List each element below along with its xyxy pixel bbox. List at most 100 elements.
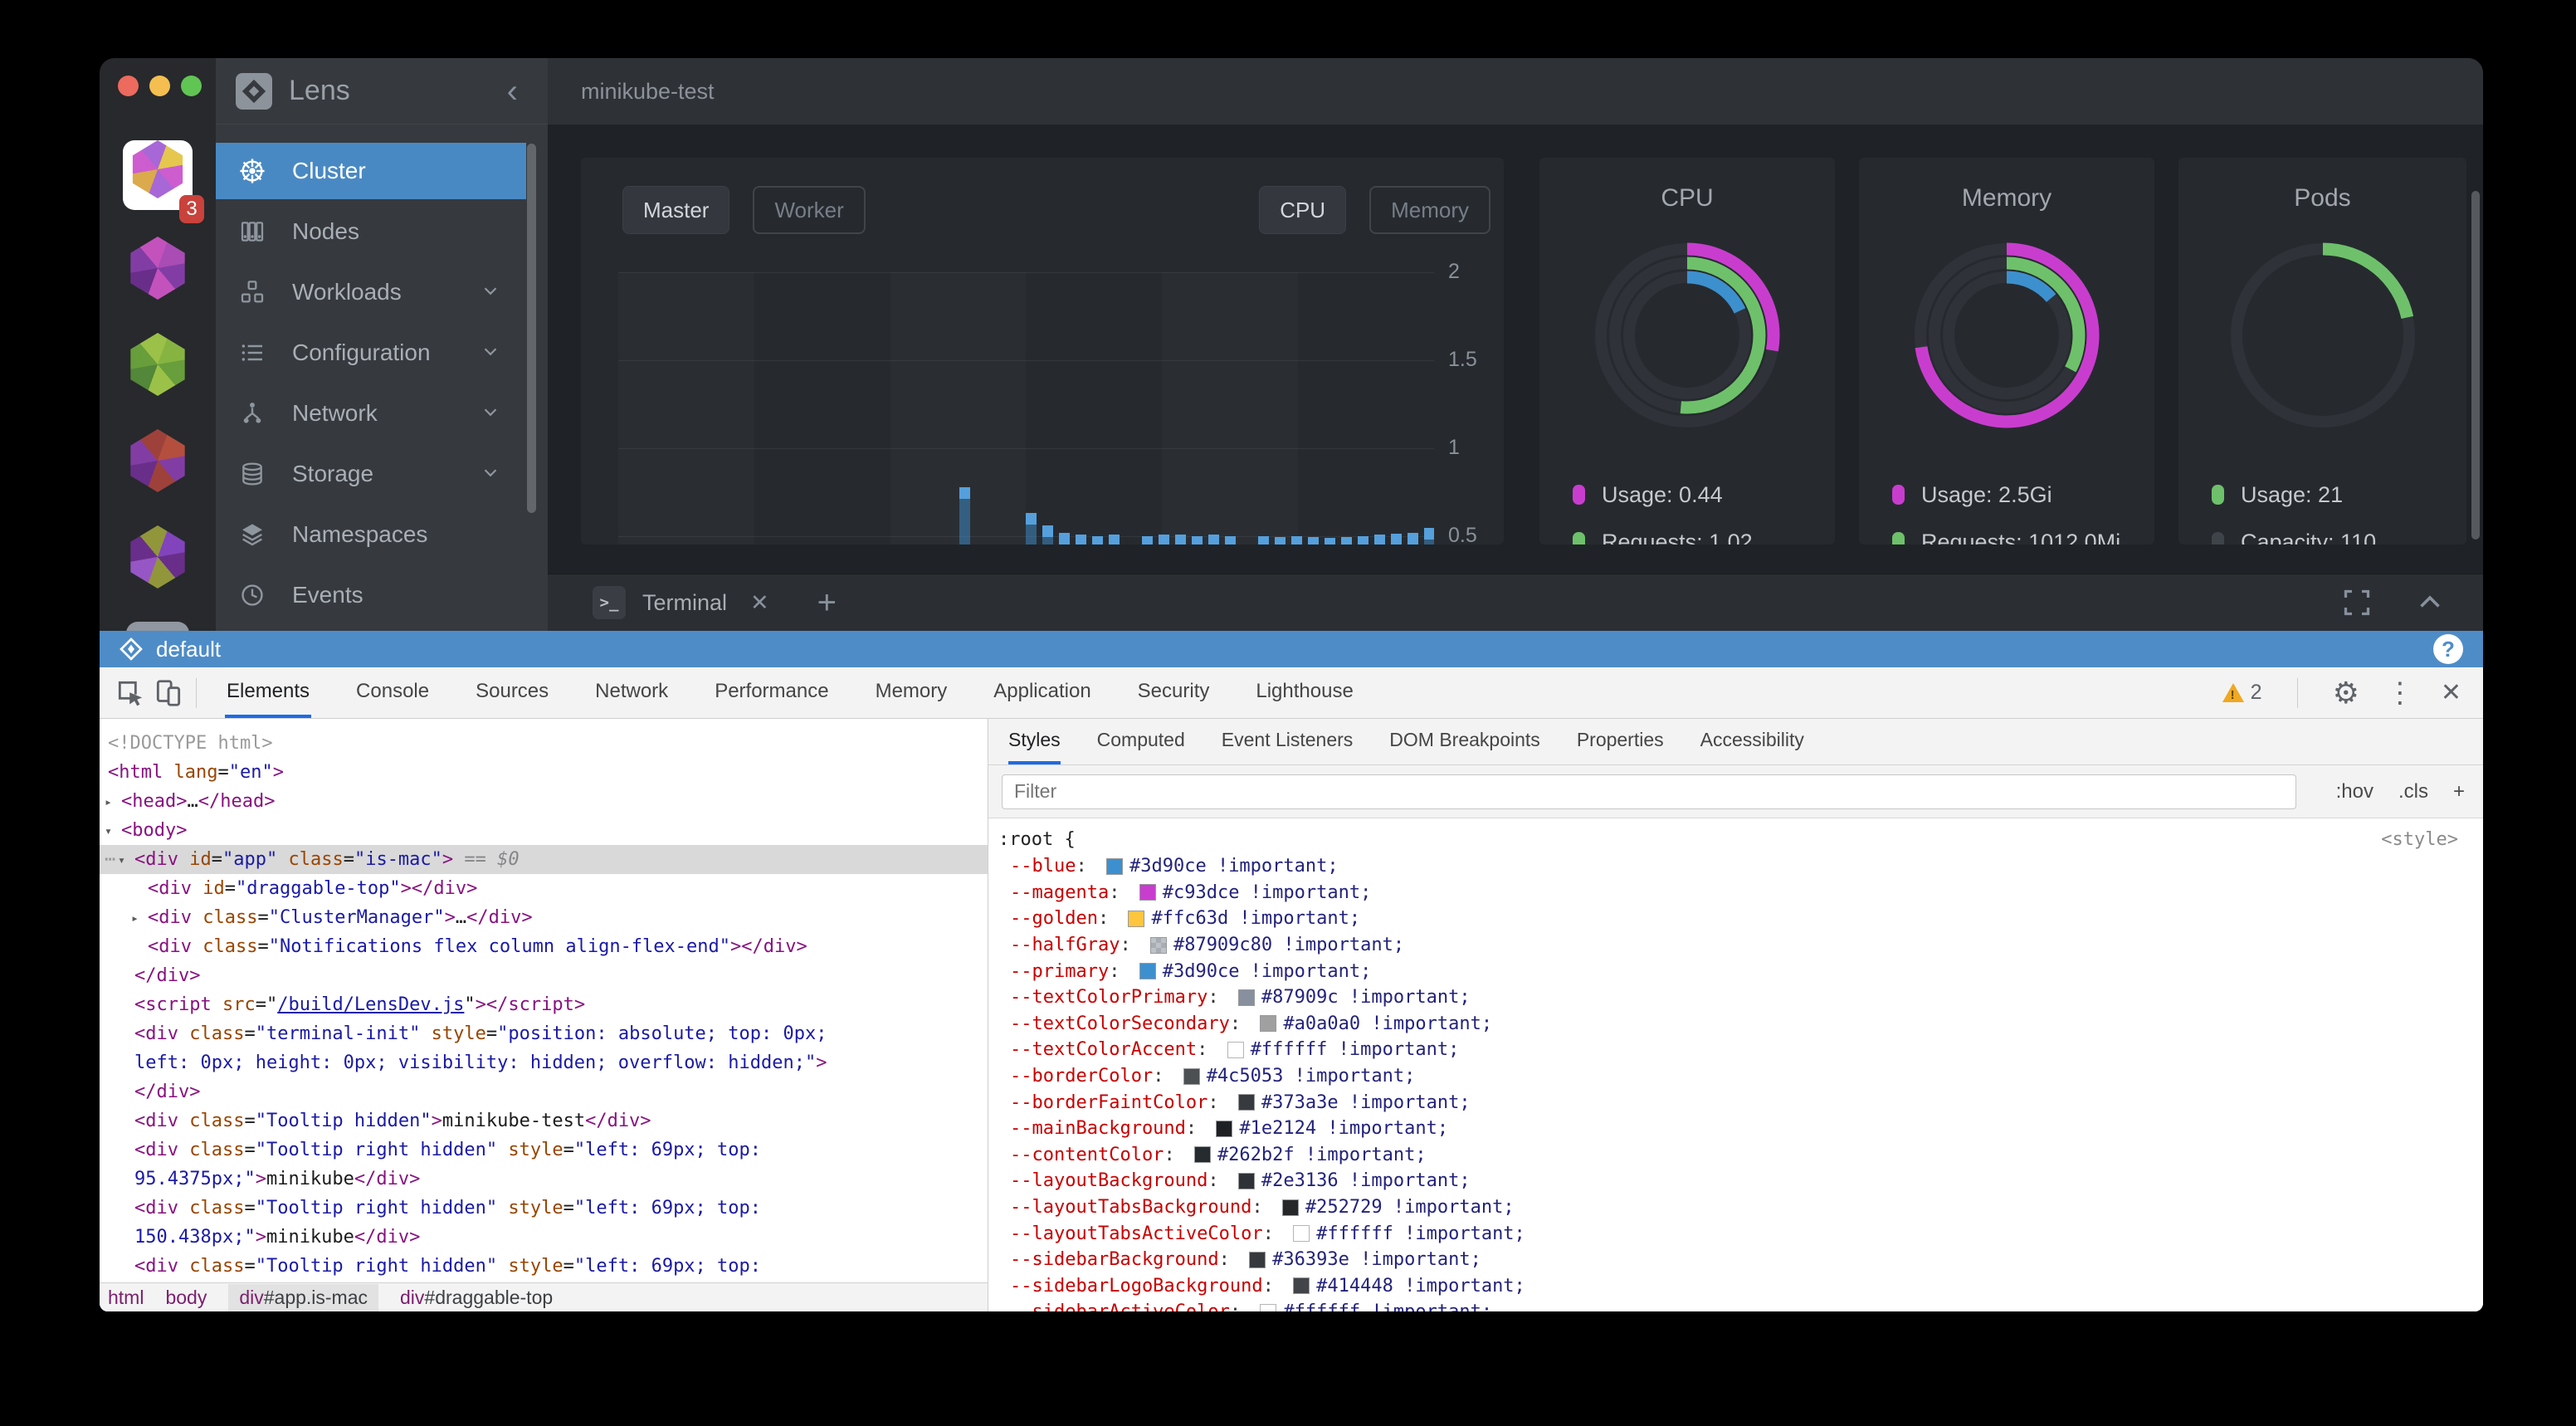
- css-property[interactable]: --blue: #3d90ce !important;: [988, 853, 2483, 880]
- css-property[interactable]: --halfGray: #87909c80 !important;: [988, 932, 2483, 959]
- new-style-rule-button[interactable]: +: [2453, 780, 2465, 803]
- main-scrollbar[interactable]: [2471, 191, 2480, 540]
- css-property[interactable]: --magenta: #c93dce !important;: [988, 880, 2483, 906]
- color-swatch-icon[interactable]: [1227, 1042, 1244, 1058]
- minimize-window-button[interactable]: [149, 76, 170, 96]
- css-property[interactable]: --golden: #ffc63d !important;: [988, 906, 2483, 932]
- sidebar-item-events[interactable]: Events: [216, 567, 526, 623]
- cluster-tab[interactable]: minikube-test: [581, 79, 715, 105]
- terminal-add-icon[interactable]: +: [817, 584, 837, 622]
- devtools-menu-icon[interactable]: ⋮: [2386, 676, 2414, 710]
- sidebar-item-cluster[interactable]: Cluster: [216, 143, 526, 199]
- devtools-tab-lighthouse[interactable]: Lighthouse: [1254, 667, 1354, 718]
- metric-tab-memory[interactable]: Memory: [1369, 186, 1490, 234]
- color-swatch-icon[interactable]: [1238, 1094, 1255, 1111]
- css-origin-link[interactable]: <style>: [2381, 827, 2458, 853]
- devtools-tab-elements[interactable]: Elements: [225, 667, 311, 718]
- cluster-rail-item-cluster-3[interactable]: [123, 333, 193, 403]
- devtools-tab-memory[interactable]: Memory: [874, 667, 949, 718]
- close-window-button[interactable]: [118, 76, 139, 96]
- breadcrumb-body[interactable]: body: [165, 1287, 207, 1309]
- toggle-class-button[interactable]: .cls: [2398, 780, 2428, 803]
- cluster-rail-item-cluster-minikube[interactable]: 3: [123, 140, 193, 210]
- styles-tab-computed[interactable]: Computed: [1097, 719, 1185, 764]
- color-swatch-icon[interactable]: [1238, 989, 1255, 1006]
- metric-tab-cpu[interactable]: CPU: [1259, 186, 1346, 234]
- styles-tab-styles[interactable]: Styles: [1008, 719, 1061, 764]
- dom-tree-node[interactable]: <div class="Notifications flex column al…: [100, 932, 988, 961]
- css-property[interactable]: --sidebarLogoBackground: #414448 !import…: [988, 1273, 2483, 1300]
- zoom-window-button[interactable]: [181, 76, 202, 96]
- css-property[interactable]: --primary: #3d90ce !important;: [988, 958, 2483, 984]
- css-property[interactable]: --textColorPrimary: #87909c !important;: [988, 984, 2483, 1011]
- styles-tab-event-listeners[interactable]: Event Listeners: [1222, 719, 1354, 764]
- chevron-down-icon[interactable]: [480, 340, 501, 366]
- styles-tab-accessibility[interactable]: Accessibility: [1700, 719, 1804, 764]
- color-swatch-icon[interactable]: [1293, 1225, 1310, 1242]
- dom-tree-node[interactable]: </div>: [100, 961, 988, 990]
- color-swatch-icon[interactable]: [1139, 884, 1156, 901]
- color-swatch-icon[interactable]: [1260, 1304, 1276, 1311]
- css-property[interactable]: --sidebarActiveColor: #ffffff !important…: [988, 1299, 2483, 1311]
- dock-fullscreen-icon[interactable]: [2342, 588, 2372, 618]
- cluster-rail-item-cluster-5[interactable]: [123, 525, 193, 595]
- devtools-tab-security[interactable]: Security: [1136, 667, 1212, 718]
- color-swatch-icon[interactable]: [1238, 1173, 1255, 1189]
- sidebar-item-storage[interactable]: Storage: [216, 446, 526, 502]
- color-swatch-icon[interactable]: [1260, 1015, 1276, 1032]
- sidebar-item-network[interactable]: Network: [216, 385, 526, 442]
- dock-collapse-icon[interactable]: [2415, 588, 2445, 618]
- color-swatch-icon[interactable]: [1139, 963, 1156, 979]
- expand-arrow-icon[interactable]: ▾: [105, 817, 112, 846]
- dom-tree-node[interactable]: ⋯▾<div id="app" class="is-mac"> == $0: [100, 845, 988, 874]
- dom-tree-node[interactable]: ▸<head>…</head>: [100, 787, 988, 816]
- console-warnings-badge[interactable]: ! 2: [2222, 681, 2262, 705]
- help-icon[interactable]: ?: [2433, 634, 2463, 664]
- dom-tree-node[interactable]: <div class="Tooltip hidden">minikube-tes…: [100, 1106, 988, 1135]
- chevron-down-icon[interactable]: [480, 401, 501, 427]
- sidebar-item-configuration[interactable]: Configuration: [216, 325, 526, 381]
- color-swatch-icon[interactable]: [1249, 1252, 1266, 1268]
- device-toolbar-icon[interactable]: [149, 674, 188, 712]
- styles-tab-properties[interactable]: Properties: [1577, 719, 1664, 764]
- devtools-tab-performance[interactable]: Performance: [713, 667, 830, 718]
- terminal-close-icon[interactable]: ✕: [750, 590, 769, 616]
- terminal-tab[interactable]: Terminal: [642, 590, 727, 616]
- css-property[interactable]: --mainBackground: #1e2124 !important;: [988, 1116, 2483, 1142]
- css-property[interactable]: --borderFaintColor: #373a3e !important;: [988, 1089, 2483, 1116]
- css-property[interactable]: --borderColor: #4c5053 !important;: [988, 1063, 2483, 1090]
- dom-tree-node[interactable]: <html lang="en">: [100, 758, 988, 787]
- color-swatch-icon[interactable]: [1293, 1277, 1310, 1294]
- sidebar-scrollbar[interactable]: [527, 144, 536, 513]
- color-swatch-icon[interactable]: [1106, 858, 1123, 875]
- dom-tree-node[interactable]: <div class="Tooltip right hidden" style=…: [100, 1135, 988, 1165]
- color-swatch-icon[interactable]: [1128, 911, 1144, 927]
- styles-tab-dom-breakpoints[interactable]: DOM Breakpoints: [1389, 719, 1540, 764]
- css-property[interactable]: --layoutTabsBackground: #252729 !importa…: [988, 1194, 2483, 1221]
- css-property[interactable]: --textColorSecondary: #a0a0a0 !important…: [988, 1011, 2483, 1038]
- dom-tree-node[interactable]: 95.4375px;">minikube</div>: [100, 1165, 988, 1194]
- cluster-rail-item-cluster-2[interactable]: [123, 237, 193, 306]
- sidebar-item-nodes[interactable]: Nodes: [216, 203, 526, 260]
- devtools-tab-console[interactable]: Console: [354, 667, 431, 718]
- dom-tree-node[interactable]: <script src="/build/LensDev.js"></script…: [100, 990, 988, 1019]
- css-property[interactable]: --sidebarBackground: #36393e !important;: [988, 1247, 2483, 1273]
- sidebar-item-workloads[interactable]: Workloads: [216, 264, 526, 320]
- devtools-settings-icon[interactable]: ⚙: [2333, 676, 2359, 711]
- expand-arrow-icon[interactable]: ▸: [105, 788, 112, 817]
- color-swatch-icon[interactable]: [1216, 1121, 1232, 1137]
- color-swatch-icon[interactable]: [1194, 1146, 1211, 1163]
- color-swatch-icon[interactable]: [1282, 1199, 1299, 1216]
- sidebar-item-namespaces[interactable]: Namespaces: [216, 506, 526, 563]
- dom-tree-node[interactable]: <!DOCTYPE html>: [100, 729, 988, 758]
- color-swatch-icon[interactable]: [1150, 937, 1167, 954]
- toggle-hover-state-button[interactable]: :hov: [2336, 780, 2374, 803]
- expand-arrow-icon[interactable]: ▾: [118, 846, 125, 875]
- node-tab-worker[interactable]: Worker: [753, 186, 865, 234]
- devtools-tab-application[interactable]: Application: [992, 667, 1092, 718]
- dom-tree-node[interactable]: <div class="Tooltip right hidden" style=…: [100, 1252, 988, 1281]
- breadcrumb-html[interactable]: html: [108, 1287, 144, 1309]
- css-property[interactable]: --layoutTabsActiveColor: #ffffff !import…: [988, 1220, 2483, 1247]
- color-swatch-icon[interactable]: [1183, 1068, 1200, 1085]
- chevron-down-icon[interactable]: [480, 461, 501, 487]
